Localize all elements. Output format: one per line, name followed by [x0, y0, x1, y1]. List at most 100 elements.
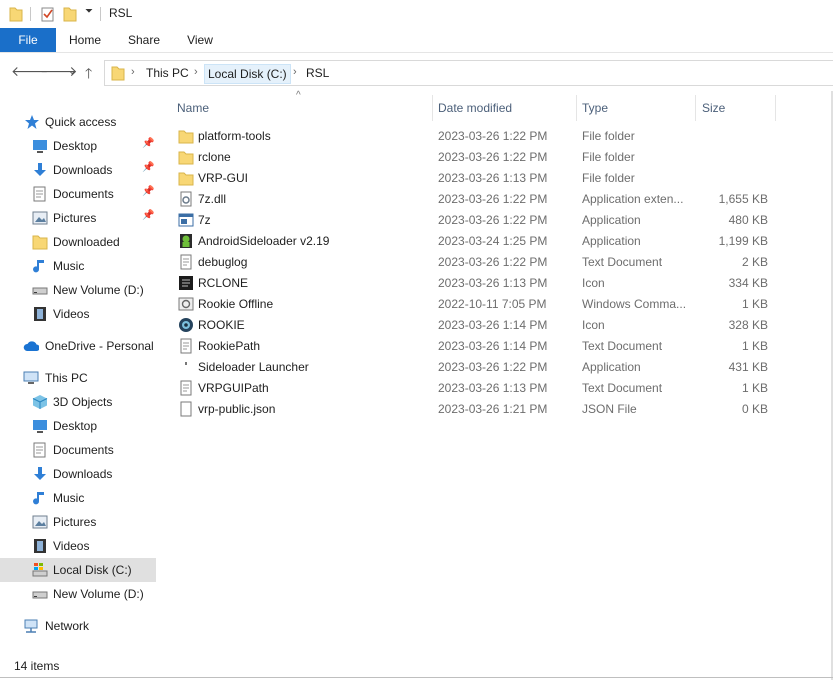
- drive-icon: [32, 287, 48, 295]
- folder-icon: [178, 151, 194, 165]
- nav-videos-pc[interactable]: Videos: [0, 534, 156, 558]
- rookie-icon: [179, 318, 193, 332]
- column-header-size[interactable]: Size: [702, 101, 725, 115]
- tab-view[interactable]: View: [178, 28, 222, 52]
- nav-label: Desktop: [53, 139, 98, 153]
- column-divider[interactable]: [695, 95, 696, 121]
- breadcrumb-local-disk[interactable]: Local Disk (C:): [204, 64, 291, 84]
- breadcrumb-this-pc[interactable]: This PC: [146, 66, 189, 80]
- file-date-modified: 2023-03-26 1:22 PM: [438, 192, 548, 206]
- nav-local-disk-c[interactable]: Local Disk (C:): [0, 558, 156, 582]
- file-date-modified: 2023-03-26 1:14 PM: [438, 318, 548, 332]
- nav-pictures-pc[interactable]: Pictures: [0, 510, 156, 534]
- tab-home[interactable]: Home: [62, 28, 108, 52]
- file-row[interactable]: platform-tools 2023-03-26 1:22 PM File fol…: [158, 126, 778, 147]
- pin-icon[interactable]: 📌: [142, 138, 154, 149]
- nav-label: Downloads: [53, 163, 113, 177]
- nav-3d-objects[interactable]: 3D Objects: [0, 390, 156, 414]
- bottom-border: [0, 677, 833, 678]
- file-row[interactable]: debuglog 2023-03-26 1:22 PM Text Document 2…: [158, 252, 778, 273]
- file-row[interactable]: AndroidSideloader v2.19 2023-03-24 1:25 P…: [158, 231, 778, 252]
- file-size: 2 KB: [741, 255, 768, 269]
- android-icon: [180, 234, 192, 248]
- nav-label: OneDrive - Personal: [45, 339, 154, 353]
- customize-qat-icon[interactable]: ⏷: [85, 6, 93, 17]
- nav-label: Downloaded: [53, 235, 120, 249]
- app-icon: [178, 213, 194, 227]
- recent-locations-chevron-icon[interactable]: ⌄: [68, 66, 76, 77]
- file-size: 1 KB: [741, 297, 768, 311]
- file-name: Rookie Offline: [198, 297, 274, 311]
- pin-icon[interactable]: 📌: [142, 162, 154, 173]
- file-name: 7z.dll: [198, 192, 227, 206]
- file-name: 7z: [198, 213, 211, 227]
- file-type: Application: [582, 360, 641, 374]
- folder-icon: [32, 235, 48, 250]
- pin-icon[interactable]: 📌: [142, 210, 154, 221]
- column-divider[interactable]: [775, 95, 776, 121]
- nav-desktop-pc[interactable]: Desktop: [0, 414, 156, 438]
- pin-icon[interactable]: 📌: [142, 186, 154, 197]
- nav-pictures[interactable]: Pictures 📌: [0, 206, 156, 230]
- nav-music-pc[interactable]: Music: [0, 486, 156, 510]
- breadcrumb-separator-icon[interactable]: ›: [293, 66, 297, 78]
- nav-label: Quick access: [45, 115, 117, 129]
- column-header-date[interactable]: Date modified: [438, 101, 512, 115]
- file-row[interactable]: RCLONE 2023-03-26 1:13 PM Icon 334 KB: [158, 273, 778, 294]
- file-type: JSON File: [582, 402, 637, 416]
- file-row[interactable]: Sideloader Launcher 2023-03-26 1:22 PM App…: [158, 357, 778, 378]
- tab-file[interactable]: File: [0, 28, 56, 52]
- file-size: 1,199 KB: [718, 234, 768, 248]
- navigation-pane: Quick access Desktop 📌 Downloads 📌 Docum…: [0, 96, 158, 656]
- file-row[interactable]: ROOKIE 2023-03-26 1:14 PM Icon 328 KB: [158, 315, 778, 336]
- column-header-type[interactable]: Type: [582, 101, 608, 115]
- nav-onedrive[interactable]: OneDrive - Personal: [0, 334, 156, 358]
- file-row[interactable]: VRPGUIPath 2023-03-26 1:13 PM Text Documen…: [158, 378, 778, 399]
- nav-documents[interactable]: Documents 📌: [0, 182, 156, 206]
- nav-downloads-pc[interactable]: Downloads: [0, 462, 156, 486]
- file-row[interactable]: rclone 2023-03-26 1:22 PM File folder: [158, 147, 778, 168]
- star-icon: [25, 115, 39, 129]
- drive-icon: [32, 591, 48, 599]
- nav-documents-pc[interactable]: Documents: [0, 438, 156, 462]
- file-row[interactable]: VRP-GUI 2023-03-26 1:13 PM File folder: [158, 168, 778, 189]
- nav-downloads[interactable]: Downloads 📌: [0, 158, 156, 182]
- folder-icon: [178, 172, 194, 186]
- breadcrumb-separator-icon[interactable]: ›: [131, 66, 135, 78]
- nav-new-volume-quick[interactable]: New Volume (D:): [0, 278, 156, 302]
- file-size: 0 KB: [741, 402, 768, 416]
- nav-label: Videos: [53, 539, 90, 553]
- nav-downloaded[interactable]: Downloaded: [0, 230, 156, 254]
- properties-icon[interactable]: [40, 5, 56, 22]
- nav-network[interactable]: Network: [0, 614, 156, 638]
- nav-this-pc[interactable]: This PC: [0, 366, 156, 390]
- file-row[interactable]: 7z.dll 2023-03-26 1:22 PM Application exte…: [158, 189, 778, 210]
- file-date-modified: 2023-03-24 1:25 PM: [438, 234, 548, 248]
- nav-label: Network: [45, 619, 90, 633]
- address-bar[interactable]: › This PC › Local Disk (C:) › RSL: [104, 60, 833, 86]
- nav-label: Local Disk (C:): [53, 563, 132, 577]
- film-icon: [34, 539, 46, 553]
- up-arrow-icon[interactable]: 🡑: [85, 63, 92, 87]
- file-row[interactable]: Rookie Offline 2022-10-11 7:05 PM Windows …: [158, 294, 778, 315]
- nav-new-volume-d[interactable]: New Volume (D:): [0, 582, 156, 606]
- file-row[interactable]: 7z 2023-03-26 1:22 PM Application 480 KB: [158, 210, 778, 231]
- nav-videos[interactable]: Videos: [0, 302, 156, 326]
- file-row[interactable]: RookiePath 2023-03-26 1:14 PM Text Documen…: [158, 336, 778, 357]
- desktop-icon: [33, 140, 47, 153]
- nav-quick-access[interactable]: Quick access: [0, 110, 156, 134]
- breadcrumb-rsl[interactable]: RSL: [306, 66, 329, 80]
- file-name: RCLONE: [198, 276, 249, 290]
- file-row[interactable]: vrp-public.json 2023-03-26 1:21 PM JSON Fi…: [158, 399, 778, 420]
- tab-share[interactable]: Share: [120, 28, 168, 52]
- column-divider[interactable]: [432, 95, 433, 121]
- breadcrumb-separator-icon[interactable]: ›: [194, 66, 198, 78]
- column-divider[interactable]: [576, 95, 577, 121]
- nav-music[interactable]: Music: [0, 254, 156, 278]
- folder-icon: [111, 66, 125, 81]
- nav-desktop[interactable]: Desktop 📌: [0, 134, 156, 158]
- column-header-name[interactable]: Name: [177, 101, 209, 115]
- file-date-modified: 2023-03-26 1:22 PM: [438, 150, 548, 164]
- file-name: AndroidSideloader v2.19: [198, 234, 330, 248]
- new-folder-icon[interactable]: [63, 6, 77, 22]
